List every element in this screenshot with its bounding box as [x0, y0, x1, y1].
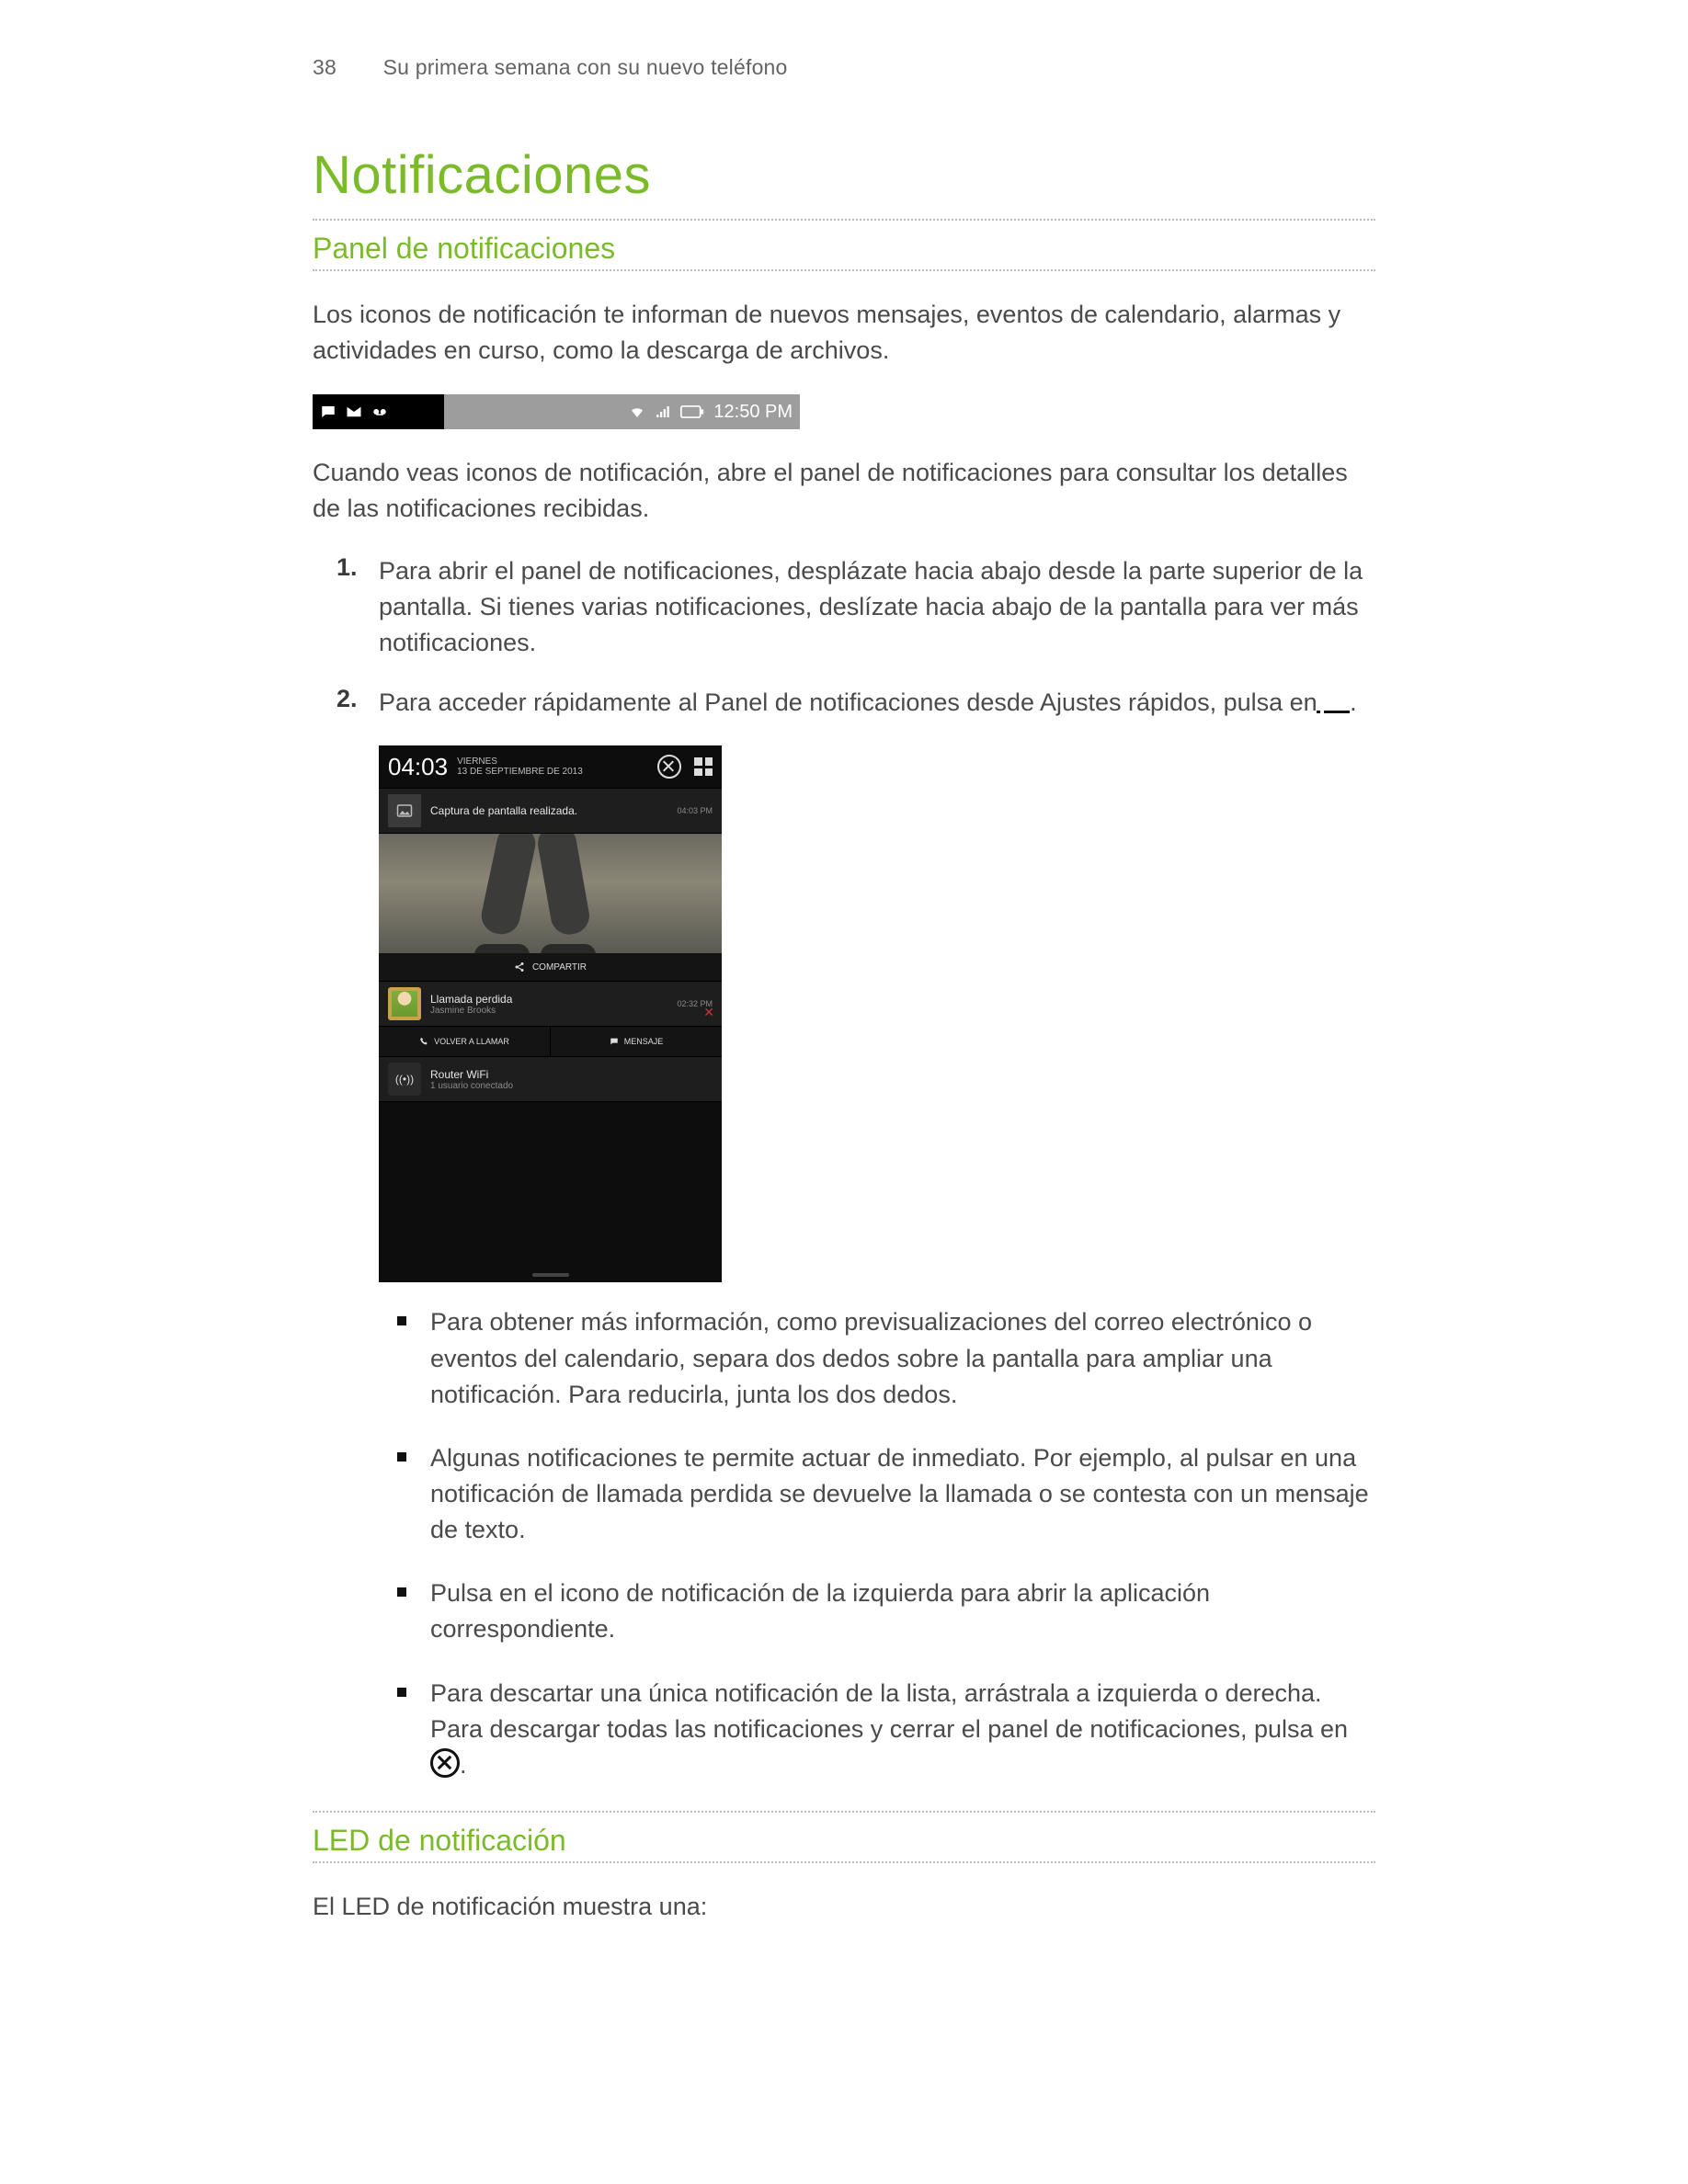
- notification-row-wifi: ((•)) Router WiFi 1 usuario conectado: [379, 1056, 722, 1102]
- dismiss-all-icon: [657, 755, 681, 779]
- list-menu-icon: [1324, 701, 1350, 722]
- phone-clock: 04:03: [388, 753, 448, 781]
- numbered-list: 1. Para abrir el panel de notificaciones…: [336, 553, 1375, 722]
- message-icon: [320, 404, 336, 420]
- dismiss-icon: [430, 1748, 460, 1778]
- paragraph: Los iconos de notificación te informan d…: [313, 297, 1375, 369]
- statusbar-right: 12:50 PM: [444, 394, 800, 429]
- statusbar-illustration: 12:50 PM: [313, 394, 800, 429]
- document-page: 38 Su primera semana con su nuevo teléfo…: [0, 0, 1688, 2070]
- notification-row-call: Llamada perdida Jasmine Brooks 02:32 PM …: [379, 981, 722, 1027]
- notification-preview-image: [379, 834, 722, 953]
- paragraph: Cuando veas iconos de notificación, abre…: [313, 455, 1375, 527]
- bullet-list: Para obtener más información, como previ…: [397, 1304, 1375, 1783]
- contact-name: Jasmine Brooks: [430, 1006, 677, 1016]
- notification-title: Router WiFi: [430, 1068, 488, 1081]
- signal-icon: [655, 404, 671, 420]
- action-message: MENSAJE: [550, 1027, 722, 1056]
- panel-handle: [532, 1273, 569, 1277]
- action-callback: VOLVER A LLAMAR: [379, 1027, 550, 1056]
- divider: [313, 269, 1375, 271]
- mail-icon: [346, 404, 362, 420]
- phone-date: VIERNES13 DE SEPTIEMBRE DE 2013: [457, 756, 583, 777]
- chapter-title: Su primera semana con su nuevo teléfono: [383, 55, 788, 79]
- battery-icon: [680, 404, 704, 420]
- wifi-icon: [629, 404, 645, 420]
- quicksettings-icon: [694, 757, 713, 776]
- notification-time: 04:03 PM: [677, 806, 713, 815]
- list-item: Para abrir el panel de notificaciones, d…: [379, 553, 1375, 661]
- image-icon: [388, 794, 421, 827]
- share-action: COMPARTIR: [379, 953, 722, 981]
- hotspot-icon: ((•)): [388, 1063, 421, 1096]
- paragraph: El LED de notificación muestra una:: [313, 1889, 1375, 1925]
- list-item: Para descartar una única notificación de…: [430, 1676, 1375, 1783]
- list-number: 1.: [336, 553, 379, 661]
- divider: [313, 1861, 1375, 1863]
- section-heading-led: LED de notificación: [313, 1824, 1375, 1858]
- list-item: Para acceder rápidamente al Panel de not…: [379, 685, 1375, 722]
- voicemail-icon: [371, 404, 388, 420]
- list-item: Para obtener más información, como previ…: [430, 1304, 1375, 1412]
- section-heading-panel: Panel de notificaciones: [313, 232, 1375, 266]
- phone-screenshot: 04:03 VIERNES13 DE SEPTIEMBRE DE 2013 Ca…: [379, 745, 722, 1282]
- notification-actions: VOLVER A LLAMAR MENSAJE: [379, 1027, 722, 1056]
- divider: [313, 1811, 1375, 1813]
- page-title: Notificaciones: [313, 144, 1375, 206]
- statusbar-left: [313, 394, 444, 429]
- missed-call-icon: ✕: [703, 1005, 714, 1020]
- notification-title: Llamada perdida: [430, 993, 512, 1006]
- list-item: Pulsa en el icono de notificación de la …: [430, 1575, 1375, 1647]
- notification-row-screenshot: Captura de pantalla realizada. 04:03 PM: [379, 788, 722, 834]
- list-number: 2.: [336, 685, 379, 722]
- notification-title: Captura de pantalla realizada.: [430, 804, 677, 817]
- contact-avatar: [388, 987, 421, 1020]
- list-item: Algunas notificaciones te permite actuar…: [430, 1440, 1375, 1548]
- running-header: 38 Su primera semana con su nuevo teléfo…: [313, 55, 1375, 80]
- divider: [313, 219, 1375, 221]
- page-number: 38: [313, 55, 377, 80]
- notification-subtitle: 1 usuario conectado: [430, 1081, 713, 1091]
- statusbar-time: 12:50 PM: [713, 402, 793, 423]
